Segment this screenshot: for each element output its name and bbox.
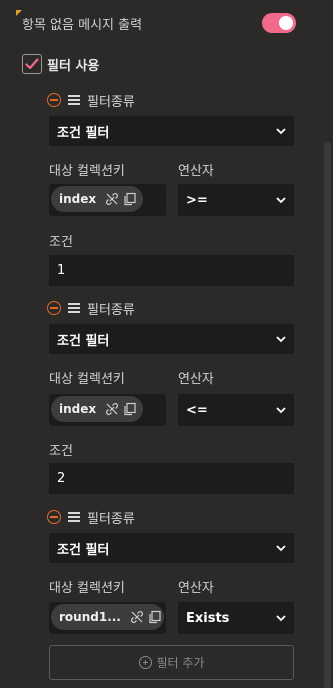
filter-type-value: 조건 필터 (57, 333, 110, 349)
filter-header: 필터종류 (47, 92, 135, 110)
filter-type-label: 필터종류 (87, 302, 135, 318)
collection-key-field[interactable]: round1... (49, 602, 166, 634)
collection-key-label: 대상 컬렉션키 (49, 164, 125, 179)
filter-group-1: 필터종류 조건 필터 대상 컬렉션키 연산자 index >= 조건 1 (0, 92, 333, 292)
operator-select[interactable]: >= (178, 184, 294, 216)
remove-filter-icon[interactable] (47, 93, 61, 107)
filter-group-3: 필터종류 조건 필터 대상 컬렉션키 연산자 round1... Exists (0, 509, 333, 639)
operator-label: 연산자 (178, 164, 214, 179)
drag-handle-icon[interactable] (68, 303, 80, 313)
collection-key-value: round1... (59, 610, 121, 624)
drag-handle-icon[interactable] (68, 512, 80, 522)
remove-filter-icon[interactable] (47, 510, 61, 524)
operator-value: >= (186, 192, 208, 208)
collection-key-value: index (59, 402, 97, 416)
copy-icon[interactable] (123, 192, 137, 206)
remove-filter-icon[interactable] (47, 301, 61, 315)
filter-type-select[interactable]: 조건 필터 (49, 324, 294, 354)
collection-key-chip[interactable]: round1... (51, 604, 164, 630)
chevron-down-icon (276, 336, 286, 343)
chevron-down-icon (276, 545, 286, 552)
empty-message-toggle[interactable] (262, 13, 296, 33)
chevron-down-icon (276, 197, 286, 204)
plus-circle-icon (138, 656, 152, 669)
operator-label: 연산자 (178, 581, 214, 596)
operator-value: <= (186, 402, 208, 418)
filter-type-select[interactable]: 조건 필터 (49, 116, 294, 146)
condition-input[interactable]: 2 (49, 463, 294, 494)
add-filter-button[interactable]: 필터 추가 (49, 645, 294, 680)
empty-message-label: 항목 없음 메시지 출력 (22, 18, 143, 33)
filter-group-2: 필터종류 조건 필터 대상 컬렉션키 연산자 index <= 조건 2 (0, 300, 333, 500)
unlink-icon[interactable] (105, 402, 119, 416)
use-filter-checkbox[interactable] (22, 54, 42, 74)
toggle-knob (279, 16, 293, 30)
filter-type-value: 조건 필터 (57, 542, 110, 558)
operator-label: 연산자 (178, 372, 214, 387)
chevron-down-icon (276, 407, 286, 414)
chevron-down-icon (276, 615, 286, 622)
condition-input[interactable]: 1 (49, 255, 294, 286)
chevron-down-icon (276, 128, 286, 135)
unlink-icon[interactable] (105, 192, 119, 206)
filter-type-label: 필터종류 (87, 94, 135, 110)
filter-header: 필터종류 (47, 509, 135, 527)
condition-label: 조건 (49, 444, 73, 459)
filter-type-value: 조건 필터 (57, 125, 110, 141)
filter-type-select[interactable]: 조건 필터 (49, 533, 294, 563)
collection-key-field[interactable]: index (49, 394, 166, 426)
collection-key-chip[interactable]: index (51, 186, 144, 212)
checkmark-icon (25, 58, 39, 70)
collection-key-label: 대상 컬렉션키 (49, 372, 125, 387)
collection-key-chip[interactable]: index (51, 396, 144, 422)
copy-icon[interactable] (148, 610, 162, 624)
add-filter-label: 필터 추가 (156, 656, 205, 670)
operator-value: Exists (186, 610, 230, 626)
collection-key-label: 대상 컬렉션키 (49, 581, 125, 596)
operator-select[interactable]: Exists (178, 602, 294, 634)
filter-type-label: 필터종류 (87, 511, 135, 527)
collection-key-value: index (59, 192, 97, 206)
copy-icon[interactable] (123, 402, 137, 416)
filter-header: 필터종류 (47, 300, 135, 318)
unlink-icon[interactable] (130, 610, 144, 624)
collection-key-field[interactable]: index (49, 184, 166, 216)
use-filter-label: 필터 사용 (47, 59, 100, 74)
condition-label: 조건 (49, 235, 73, 250)
operator-select[interactable]: <= (178, 394, 294, 426)
drag-handle-icon[interactable] (68, 95, 80, 105)
